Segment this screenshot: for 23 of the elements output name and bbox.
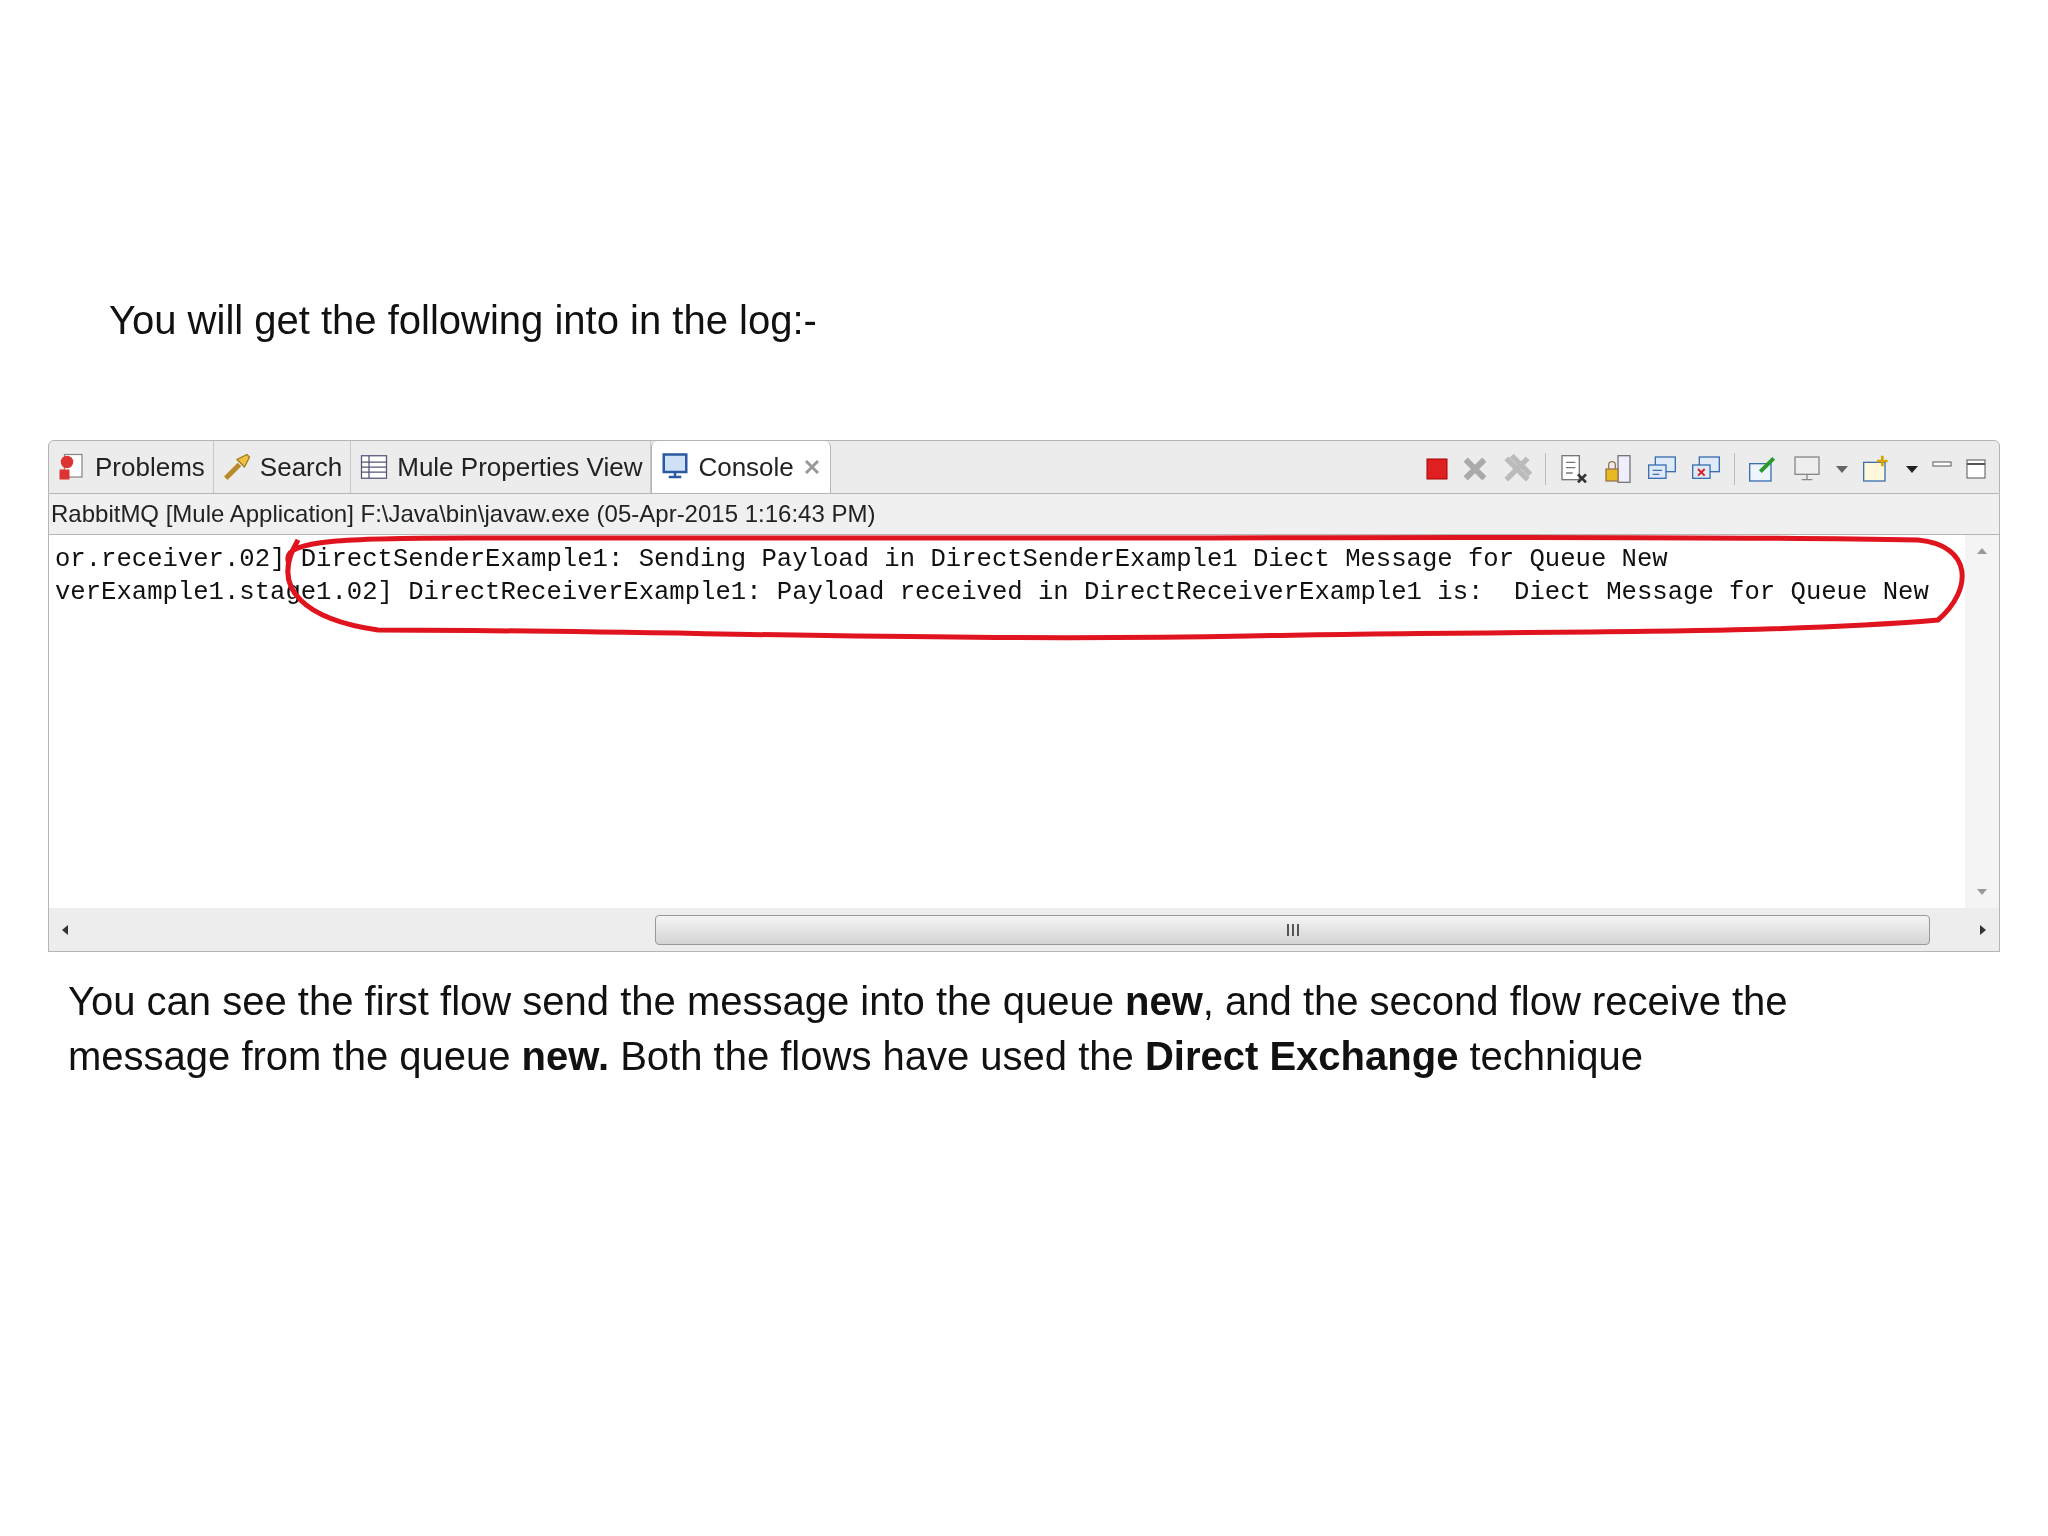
view-tab[interactable]: Problems	[49, 441, 214, 493]
caret-icon[interactable]	[1905, 464, 1919, 474]
stop-icon[interactable]	[1425, 457, 1449, 481]
view-tab[interactable]: Search	[213, 441, 352, 493]
horizontal-scrollbar[interactable]	[48, 908, 2000, 952]
process-title: RabbitMQ [Mule Application] F:\Java\bin\javaw.exe (05-Apr-2015 1:16:43 PM)	[51, 499, 876, 529]
lock-icon[interactable]	[1602, 453, 1634, 485]
scroll-left-icon[interactable]	[61, 923, 69, 936]
table-icon	[359, 452, 390, 482]
maximize-icon[interactable]	[1965, 458, 1987, 480]
grip-icon	[1285, 923, 1300, 936]
flashlight-icon	[221, 452, 252, 482]
scroll-right-icon[interactable]	[1979, 923, 1987, 936]
scroll-down-icon[interactable]	[1976, 888, 1988, 896]
scrollbar-thumb[interactable]	[655, 914, 1930, 945]
explanation-paragraph: You can see the first flow send the message into the queue new, and the second flow receive the message from the queue new. Both the flows have used the Direct Exchange technique	[68, 978, 1789, 1080]
heading: You will get the following into in the log:-	[109, 300, 818, 340]
view-tab[interactable]: Console	[651, 441, 831, 493]
vertical-scrollbar[interactable]	[1965, 535, 1999, 908]
console-line: or.receiver.02] DirectSenderExample1: Sending Payload in DirectSenderExample1 Diect Message for Queue New	[55, 544, 1668, 576]
document-icon[interactable]	[1558, 453, 1590, 485]
view-tab[interactable]: Mule Properties View	[351, 441, 652, 493]
scroll-up-icon[interactable]	[1976, 547, 1988, 555]
